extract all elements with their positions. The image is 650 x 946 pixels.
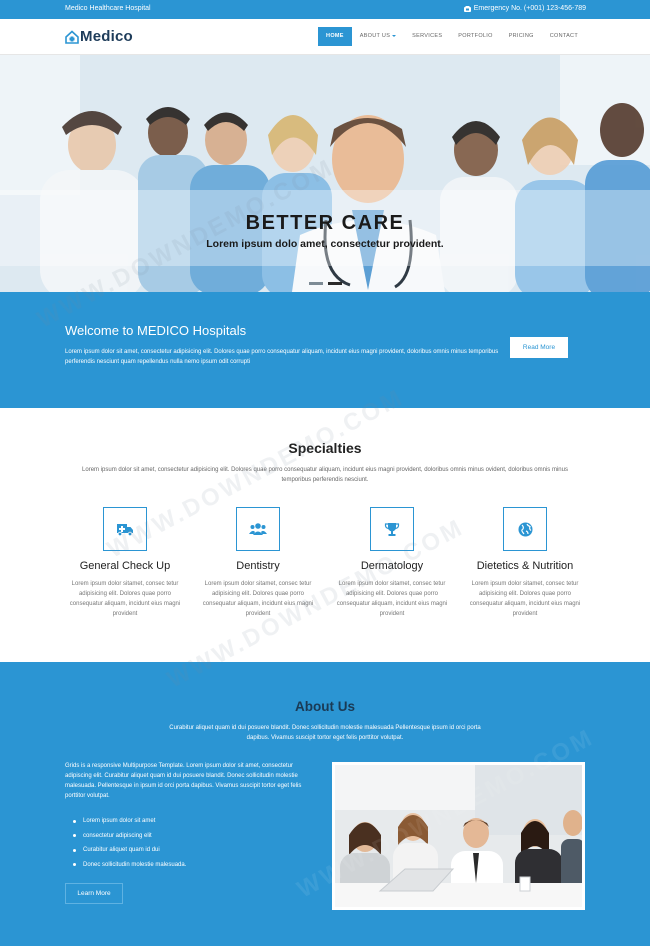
about-photo	[332, 762, 585, 910]
list-item: consectetur adipiscing elit	[73, 829, 186, 844]
welcome-text: Lorem ipsum dolor sit amet, consectetur …	[65, 349, 499, 365]
users-icon	[249, 523, 267, 535]
logo[interactable]: Medico	[65, 28, 133, 45]
specialty-icon-box	[503, 507, 547, 551]
specialty-desc: Lorem ipsum dolor sitamet, consec tetur …	[336, 581, 448, 617]
specialty-icon-box	[103, 507, 147, 551]
specialty-title: Dietetics & Nutrition	[476, 560, 574, 572]
ambulance-icon	[117, 524, 133, 536]
nav-about-us-label: ABOUT US	[359, 33, 391, 39]
specialty-title: Dermatology	[360, 560, 424, 572]
globe-icon	[518, 522, 532, 536]
specialty-card-general-checkup[interactable]: General Check Up Lorem ipsum dolor sitam…	[65, 507, 185, 619]
nav-home[interactable]: HOME	[318, 27, 352, 46]
learn-more-button[interactable]: Learn More	[65, 883, 123, 904]
specialties-intro: Lorem ipsum dolor sit amet, consectetur …	[82, 467, 568, 483]
logo-text: Medico	[80, 28, 133, 45]
welcome-title: Welcome to MEDICO Hospitals	[65, 323, 247, 338]
slider-dot-1[interactable]	[309, 282, 323, 285]
slider-dots	[309, 282, 342, 285]
welcome-section: Welcome to MEDICO Hospitals Lorem ipsum …	[0, 292, 650, 408]
specialty-desc: Lorem ipsum dolor sitamet, consec tetur …	[202, 581, 314, 617]
specialty-icon-box	[370, 507, 414, 551]
specialty-desc: Lorem ipsum dolor sitamet, consec tetur …	[469, 581, 581, 617]
specialties-section: Specialties Lorem ipsum dolor sit amet, …	[0, 408, 650, 662]
nav-portfolio[interactable]: PORTFOLIO	[450, 27, 500, 46]
list-item: Curabitur aliquet quam id dui	[73, 843, 186, 858]
team-meeting-image	[335, 765, 582, 907]
site-name: Medico Healthcare Hospital	[65, 5, 151, 12]
navbar: Medico HOME ABOUT US SERVICES PORTFOLIO …	[0, 19, 650, 55]
list-item: Lorem ipsum dolor sit amet	[73, 814, 186, 829]
nav-contact[interactable]: CONTACT	[542, 27, 586, 46]
specialties-title: Specialties	[288, 440, 362, 456]
emergency-text: Emergency No. (+001) 123-456-789	[473, 5, 586, 12]
about-title: About Us	[295, 699, 355, 714]
about-list: Lorem ipsum dolor sit amet consectetur a…	[73, 814, 186, 872]
emergency-number: Emergency No. (+001) 123-456-789	[463, 5, 586, 12]
nav-services[interactable]: SERVICES	[404, 27, 450, 46]
about-section: About Us Curabitur aliquet quam id dui p…	[0, 662, 650, 946]
specialty-title: Dentistry	[236, 560, 280, 572]
specialty-card-dermatology[interactable]: Dermatology Lorem ipsum dolor sitamet, c…	[332, 507, 452, 619]
slider-dot-2[interactable]	[328, 282, 342, 285]
about-text: Grids is a responsive Multipurpose Templ…	[65, 763, 302, 799]
phone-icon	[463, 5, 471, 12]
specialty-icon-box	[236, 507, 280, 551]
specialty-card-dentistry[interactable]: Dentistry Lorem ipsum dolor sitamet, con…	[198, 507, 318, 619]
main-menu: HOME ABOUT US SERVICES PORTFOLIO PRICING…	[318, 27, 586, 46]
read-more-button[interactable]: Read More	[510, 337, 568, 358]
caret-down-icon	[392, 34, 397, 37]
top-bar: Medico Healthcare Hospital Emergency No.…	[0, 0, 650, 19]
hero-title: BETTER CARE	[245, 212, 405, 234]
specialty-title: General Check Up	[79, 560, 171, 572]
house-logo-icon	[65, 29, 79, 44]
nav-about-us[interactable]: ABOUT US	[352, 27, 404, 46]
about-intro: Curabitur aliquet quam id dui posuere bl…	[169, 725, 481, 741]
specialty-card-dietetics[interactable]: Dietetics & Nutrition Lorem ipsum dolor …	[465, 507, 585, 619]
list-item: Donec sollicitudin molestie malesuada.	[73, 858, 186, 873]
specialty-desc: Lorem ipsum dolor sitamet, consec tetur …	[69, 581, 181, 617]
hero-subtitle: Lorem ipsum dolo amet, consectetur provi…	[206, 238, 444, 250]
trophy-icon	[384, 522, 400, 536]
nav-pricing[interactable]: PRICING	[501, 27, 542, 46]
hero-slider: BETTER CARE Lorem ipsum dolo amet, conse…	[0, 55, 650, 292]
